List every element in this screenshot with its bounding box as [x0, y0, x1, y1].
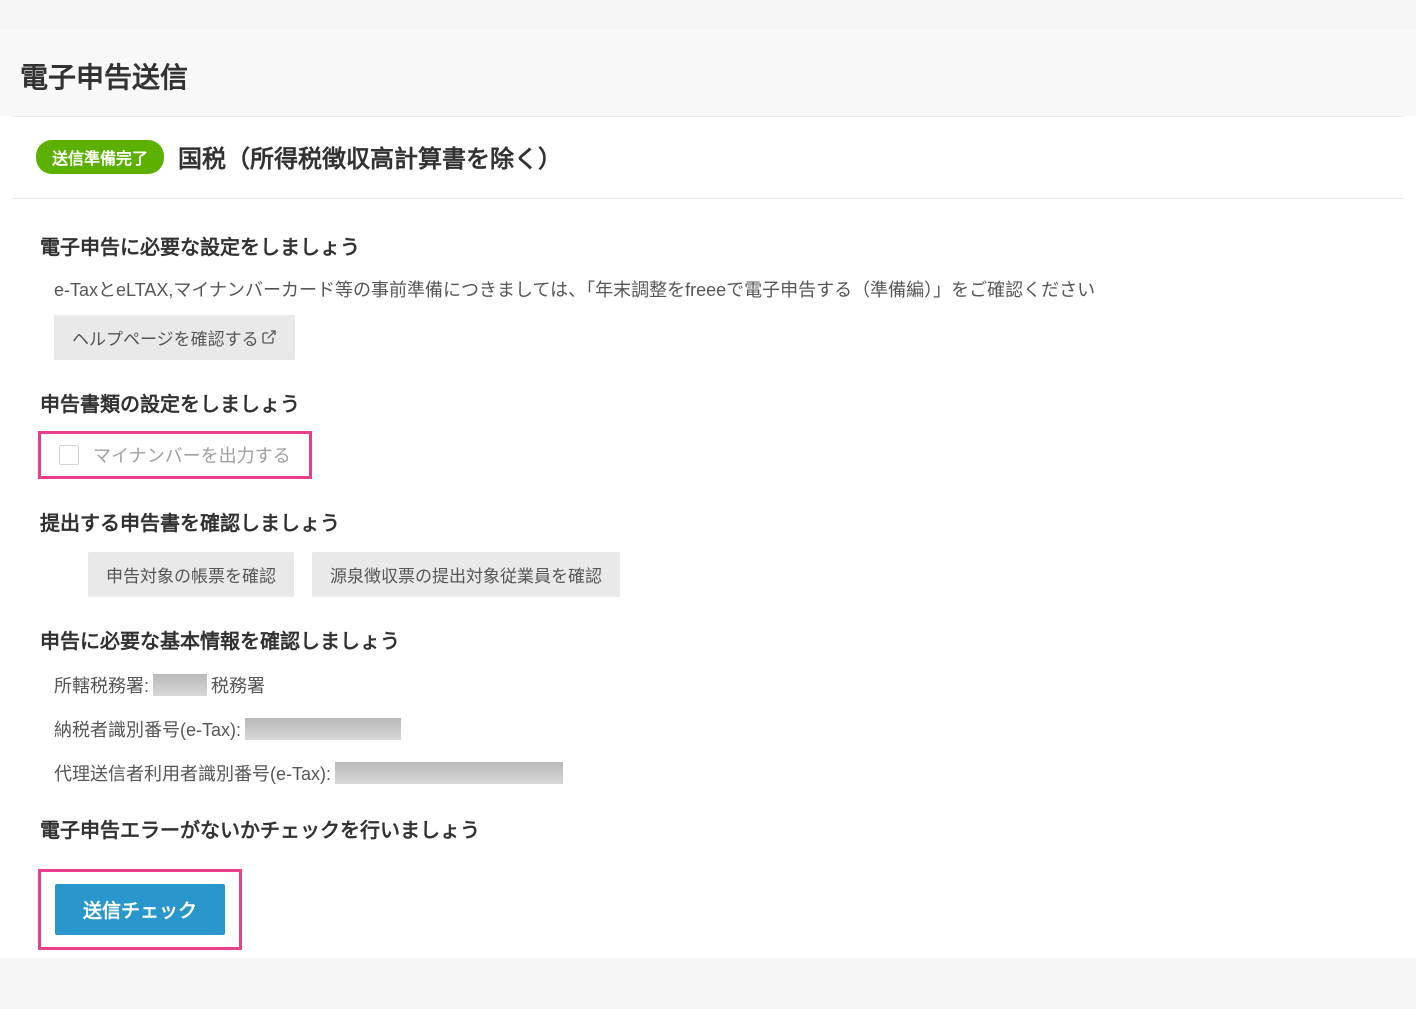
taxpayer-id-label: 納税者識別番号(e-Tax):	[54, 716, 241, 742]
send-check-highlight: 送信チェック	[38, 869, 242, 950]
agent-id-label: 代理送信者利用者識別番号(e-Tax):	[54, 760, 331, 786]
section-heading-basic-info: 申告に必要な基本情報を確認しましょう	[40, 625, 1376, 654]
tax-office-redacted	[153, 674, 207, 696]
agent-id-redacted	[335, 762, 563, 784]
confirm-docs-button-row: 申告対象の帳票を確認 源泉徴収票の提出対象従業員を確認	[88, 552, 1376, 597]
page-title: 電子申告送信	[0, 30, 1416, 116]
section-heading-setup: 電子申告に必要な設定をしましょう	[40, 231, 1376, 260]
page-container: 電子申告送信 送信準備完了 国税（所得税徴収高計算書を除く） 電子申告に必要な設…	[0, 30, 1416, 958]
section-heading-doc-settings: 申告書類の設定をしましょう	[40, 388, 1376, 417]
help-page-button[interactable]: ヘルプページを確認する	[54, 315, 295, 360]
status-badge: 送信準備完了	[36, 140, 164, 174]
mynumber-checkbox[interactable]	[59, 445, 79, 465]
send-check-button[interactable]: 送信チェック	[55, 884, 225, 935]
confirm-forms-button[interactable]: 申告対象の帳票を確認	[88, 552, 294, 597]
top-strip	[0, 0, 1416, 30]
mynumber-highlight: マイナンバーを出力する	[38, 431, 312, 479]
agent-id-line: 代理送信者利用者識別番号(e-Tax):	[54, 760, 1376, 786]
help-page-button-label: ヘルプページを確認する	[72, 325, 259, 350]
card-header: 送信準備完了 国税（所得税徴収高計算書を除く）	[12, 117, 1404, 199]
confirm-employees-button[interactable]: 源泉徴収票の提出対象従業員を確認	[312, 552, 620, 597]
section-heading-error-check: 電子申告エラーがないかチェックを行いましょう	[40, 814, 1376, 843]
mynumber-checkbox-label: マイナンバーを出力する	[93, 442, 291, 468]
national-tax-card: 送信準備完了 国税（所得税徴収高計算書を除く） 電子申告に必要な設定をしましょう…	[12, 116, 1404, 958]
mynumber-checkbox-row: マイナンバーを出力する	[59, 442, 291, 468]
setup-description: e-TaxとeLTAX,マイナンバーカード等の事前準備につきましては、「年末調整…	[54, 276, 1376, 305]
taxpayer-id-line: 納税者識別番号(e-Tax):	[54, 716, 1376, 742]
tax-office-line: 所轄税務署: 税務署	[54, 672, 1376, 698]
tax-office-label: 所轄税務署:	[54, 672, 149, 698]
section-heading-confirm-docs: 提出する申告書を確認しましょう	[40, 507, 1376, 536]
card-body: 電子申告に必要な設定をしましょう e-TaxとeLTAX,マイナンバーカード等の…	[12, 199, 1404, 958]
taxpayer-id-redacted	[245, 718, 401, 740]
card-title: 国税（所得税徴収高計算書を除く）	[178, 139, 562, 174]
tax-office-suffix: 税務署	[211, 672, 265, 698]
external-link-icon	[261, 329, 277, 345]
